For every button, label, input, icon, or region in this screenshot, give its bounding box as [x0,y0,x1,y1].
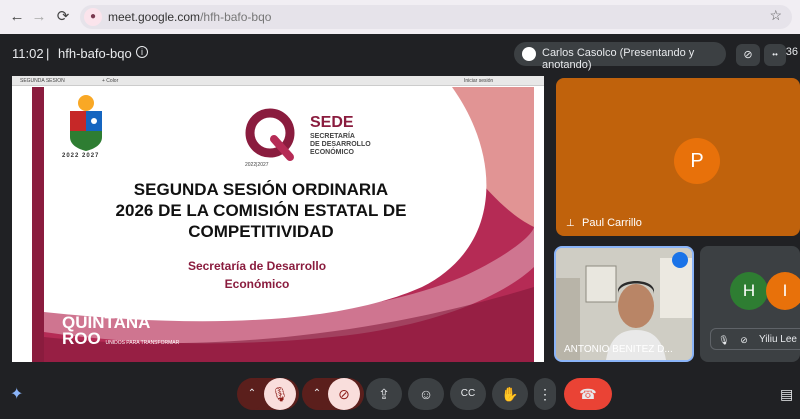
participant-tile-others[interactable]: H I 🎙 ⊘ Yiliu Lee [700,246,800,362]
participant-name: ANTONIO BENITEZ D... [564,344,673,355]
avatar: H [730,272,768,310]
participant-label-yliu: 🎙 ⊘ Yiliu Lee [710,328,800,350]
mic-toggle-button[interactable]: 🎙 [264,378,296,410]
avatar: I [766,272,800,310]
participant-tile-paul[interactable]: P ⊥ Paul Carrillo [556,78,800,236]
camera-options-button[interactable]: ⌃ [306,378,328,410]
presenter-label: Carlos Casolco (Presentando y anotando) [542,47,695,71]
participant-count: 36 [785,46,798,58]
star-icon[interactable]: ☆ [769,7,782,24]
meeting-code: hfh-bafo-bqo [58,46,132,61]
shared-screen: SEGUNDA SESION + Color Iniciar sesión 20… [12,76,544,362]
camera-off-icon: ⊘ [740,335,748,345]
presentation-slide: 2022 2027 SEDE SECRETARÍA DE DESARROLLO … [32,87,534,362]
arrow-right-icon[interactable]: → [30,8,48,26]
captions-icon: CC [460,388,476,399]
url-text[interactable]: meet.google.com/hfh-bafo-bqo [108,10,271,24]
camera-toggle-button[interactable]: ⊘ [328,378,360,410]
speaking-indicator-icon [672,252,688,268]
state-crest-icon [70,95,102,151]
more-options-button[interactable]: ⋮ [534,378,556,410]
arrow-left-icon[interactable]: ← [8,8,26,26]
presenter-chip[interactable]: Carlos Casolco (Presentando y anotando) [514,42,726,71]
hang-up-icon: ☎ [579,386,597,402]
browser-toolbar: ← → ⟳ ● meet.google.com/hfh-bafo-bqo ☆ [0,0,800,34]
sede-years: 2022|2027 [245,162,269,168]
slide-title: SEGUNDA SESIÓN ORDINARIA 2026 DE LA COMI… [115,180,407,241]
sede-title: SEDE [310,114,354,131]
gemini-icon[interactable]: ✦ [10,384,23,404]
avatar: P [674,138,720,184]
leave-call-button[interactable]: ☎ [564,378,612,410]
site-info-icon[interactable]: ● [84,8,102,26]
presenter-avatar [522,47,536,61]
shared-window-tabbar: SEGUNDA SESION + Color Iniciar sesión [12,76,544,86]
more-vert-icon: ⋮ [538,386,552,402]
sede-logo-icon [245,108,295,161]
camera-off-icon: ⊘ [338,386,350,402]
pin-icon[interactable]: ⊥ [566,218,575,229]
reload-icon[interactable]: ⟳ [54,8,72,26]
hand-icon: ✋ [501,386,519,402]
quintana-roo-logo: QUINTANA ROO UNIDOS PARA TRANSFORMAR [62,313,180,348]
participant-name: Paul Carrillo [582,217,642,229]
meeting-time: 11:02 [12,46,44,61]
participant-tile-antonio[interactable]: ANTONIO BENITEZ D... [554,246,694,362]
captions-button[interactable]: CC [450,378,486,410]
shared-new-tab: + Color [102,78,119,84]
chat-icon[interactable]: ▤ [780,386,793,403]
header-separator: | [46,46,50,61]
shared-window-action: Iniciar sesión [464,78,494,84]
shared-tab-label: SEGUNDA SESION [20,78,65,84]
meeting-header: 11:02 | hfh-bafo-bqo i Carlos Casolco (P… [0,34,800,74]
info-icon[interactable]: i [136,46,148,58]
emoji-icon: ☺ [418,386,434,402]
slide-subtitle: Secretaría de Desarrollo Económico [187,259,327,291]
present-screen-icon: ⇪ [378,386,390,402]
reactions-button[interactable]: ☺ [408,378,444,410]
present-button[interactable]: ⇪ [366,378,402,410]
raise-hand-button[interactable]: ✋ [492,378,528,410]
participant-name: Yiliu Lee [759,334,797,345]
address-bar[interactable]: ● meet.google.com/hfh-bafo-bqo ☆ [80,5,792,29]
mic-options-button[interactable]: ⌃ [241,378,263,410]
mic-off-icon: 🎙 [271,386,289,402]
mic-off-icon: 🎙 [718,335,730,345]
participants-icon[interactable]: •• [764,44,786,66]
stop-presenting-icon[interactable]: ⊘ [736,44,760,66]
crest-years: 2022 2027 [62,153,100,159]
sede-subtitle: SECRETARÍA DE DESARROLLO ECONÓMICO [310,133,371,156]
